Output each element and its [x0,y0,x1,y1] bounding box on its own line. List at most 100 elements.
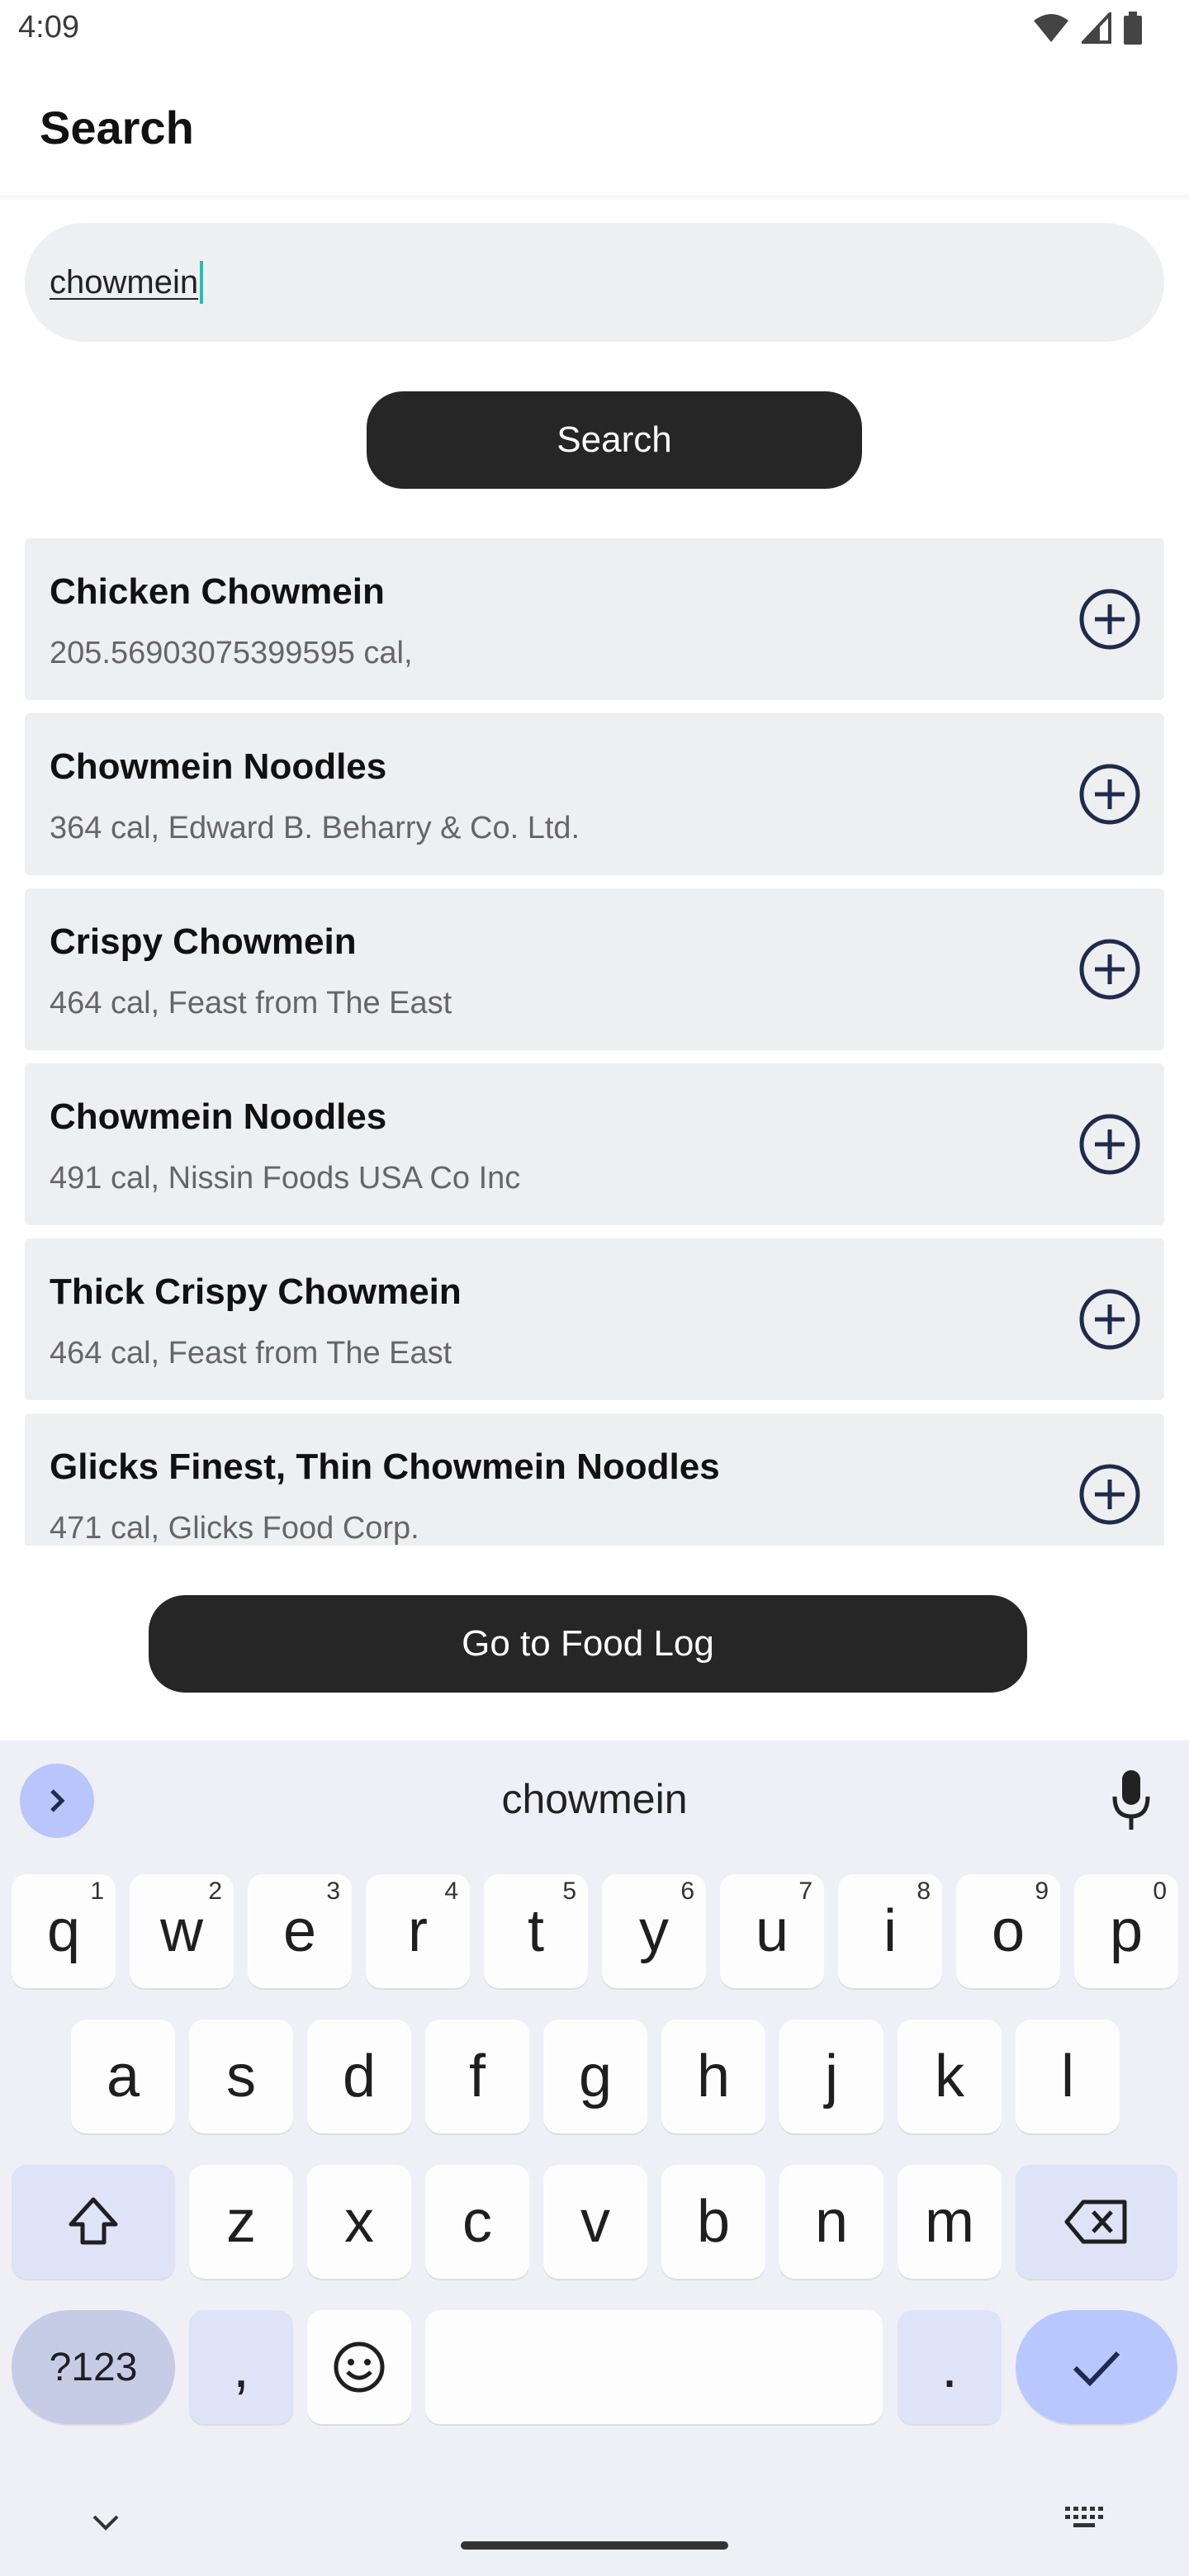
backspace-icon [1064,2200,1127,2244]
key-w[interactable]: w2 [130,1874,234,1988]
enter-key[interactable] [1016,2310,1177,2424]
status-icons [1032,12,1143,45]
key-h[interactable]: h [661,2020,765,2133]
period-key[interactable]: . [898,2310,1002,2424]
signal-icon [1082,12,1111,44]
key-d[interactable]: d [307,2020,411,2133]
key-label: o [991,1898,1026,1964]
add-circle-icon[interactable] [1078,938,1141,1001]
wifi-icon [1034,14,1068,42]
key-q[interactable]: q1 [12,1874,116,1988]
key-i[interactable]: i8 [838,1874,942,1988]
go-to-food-log-button[interactable]: Go to Food Log [149,1595,1027,1693]
result-detail: 464 cal, Feast from The East [50,986,452,1020]
key-e[interactable]: e3 [248,1874,352,1988]
key-label: y [639,1898,669,1964]
key-b[interactable]: b [661,2165,765,2279]
search-input-value: chowmein [50,263,199,301]
key-hint: 3 [326,1878,340,1905]
comma-key[interactable]: , [189,2310,293,2424]
result-detail: 491 cal, Nissin Foods USA Co Inc [50,1161,521,1196]
result-detail: 464 cal, Feast from The East [50,1336,452,1371]
key-x[interactable]: x [307,2165,411,2279]
emoji-key[interactable] [307,2310,411,2424]
key-u[interactable]: u7 [720,1874,824,1988]
soft-keyboard [0,1740,1189,2576]
page-title: Search [40,102,194,154]
key-j[interactable]: j [779,2020,883,2133]
key-z[interactable]: z [189,2165,293,2279]
add-circle-icon[interactable] [1078,1113,1141,1176]
results-list[interactable]: Chicken Chowmein 205.56903075399595 cal,… [25,538,1164,1546]
space-key[interactable] [425,2310,883,2424]
add-circle-icon[interactable] [1078,588,1141,651]
header-divider [0,195,1189,201]
result-detail: 471 cal, Glicks Food Corp. [50,1511,419,1546]
key-label: r [408,1898,428,1964]
shift-key[interactable] [12,2165,175,2279]
search-input[interactable]: chowmein [25,223,1164,342]
key-m[interactable]: m [898,2165,1002,2279]
key-y[interactable]: y6 [602,1874,706,1988]
symbols-key[interactable]: ?123 [12,2310,175,2424]
key-a[interactable]: a [71,2020,175,2133]
key-label: w [160,1898,203,1964]
key-hint: 0 [1153,1878,1167,1905]
key-g[interactable]: g [543,2020,647,2133]
key-hint: 9 [1035,1878,1049,1905]
key-label: u [755,1898,789,1964]
key-r[interactable]: r4 [366,1874,470,1988]
result-name: Crispy Chowmein [50,921,357,962]
key-l[interactable]: l [1016,2020,1120,2133]
add-circle-icon[interactable] [1078,1463,1141,1526]
key-p[interactable]: p0 [1074,1874,1178,1988]
result-name: Thick Crispy Chowmein [50,1271,462,1312]
key-v[interactable]: v [543,2165,647,2279]
keyboard-switch-icon[interactable] [1063,2505,1105,2530]
key-hint: 7 [798,1878,812,1905]
result-item[interactable]: Chicken Chowmein 205.56903075399595 cal, [25,538,1164,700]
key-label: t [527,1898,544,1964]
battery-icon [1124,12,1142,45]
home-indicator[interactable] [461,2541,728,2550]
key-hint: 8 [917,1878,931,1905]
key-f[interactable]: f [425,2020,529,2133]
add-circle-icon[interactable] [1078,763,1141,826]
key-label: i [883,1898,897,1964]
key-hint: 4 [444,1878,458,1905]
result-detail: 364 cal, Edward B. Beharry & Co. Ltd. [50,811,580,845]
key-s[interactable]: s [189,2020,293,2133]
result-item[interactable]: Crispy Chowmein 464 cal, Feast from The … [25,888,1164,1050]
key-k[interactable]: k [898,2020,1002,2133]
key-hint: 1 [90,1878,104,1905]
key-label: p [1109,1898,1144,1964]
key-c[interactable]: c [425,2165,529,2279]
text-cursor [200,261,204,304]
result-item[interactable]: Chowmein Noodles 491 cal, Nissin Foods U… [25,1063,1164,1225]
result-item[interactable]: Glicks Finest, Thin Chowmein Noodles 471… [25,1413,1164,1546]
result-item[interactable]: Thick Crispy Chowmein 464 cal, Feast fro… [25,1238,1164,1400]
hide-keyboard-chevron-icon[interactable] [89,2510,122,2535]
suggestion-chip[interactable]: chowmein [0,1775,1189,1823]
result-name: Chowmein Noodles [50,746,387,787]
key-hint: 2 [208,1878,222,1905]
add-circle-icon[interactable] [1078,1288,1141,1351]
emoji-icon [334,2342,385,2393]
status-time: 4:09 [18,10,79,45]
result-detail: 205.56903075399595 cal, [50,636,413,670]
shift-icon [69,2197,118,2245]
search-button[interactable]: Search [367,391,862,489]
key-t[interactable]: t5 [484,1874,588,1988]
key-label: q [46,1898,81,1964]
key-o[interactable]: o9 [956,1874,1060,1988]
result-name: Chicken Chowmein [50,571,385,612]
checkmark-icon [1073,2351,1120,2387]
result-item[interactable]: Chowmein Noodles 364 cal, Edward B. Beha… [25,713,1164,875]
result-name: Chowmein Noodles [50,1096,387,1137]
key-hint: 5 [562,1878,576,1905]
backspace-key[interactable] [1016,2165,1177,2279]
microphone-icon[interactable] [1110,1767,1153,1833]
result-name: Glicks Finest, Thin Chowmein Noodles [50,1447,720,1487]
key-label: e [282,1898,317,1964]
key-n[interactable]: n [779,2165,883,2279]
